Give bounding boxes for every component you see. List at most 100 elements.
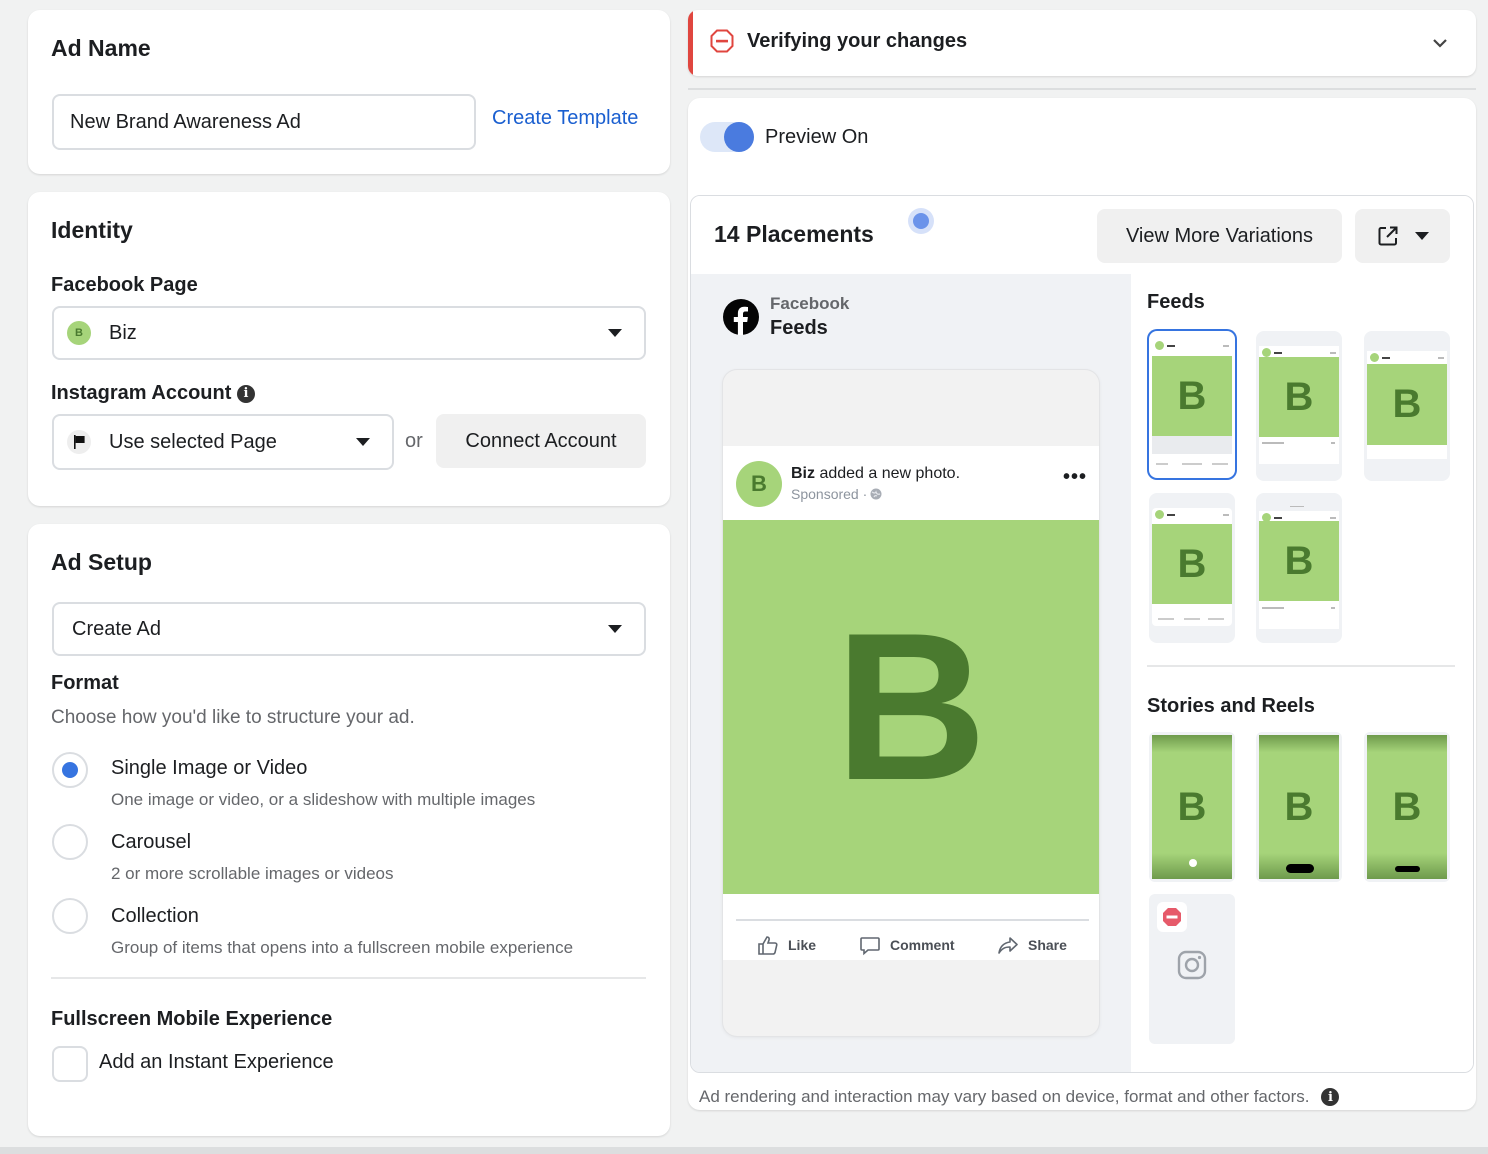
info-icon[interactable]: i [236, 384, 255, 403]
placement-name: Feeds [770, 317, 828, 339]
preview-card: Preview On 14 Placements View More Varia… [688, 98, 1476, 1110]
comment-icon [860, 937, 880, 956]
post-page-name[interactable]: Biz [791, 465, 815, 482]
thumbnail-letter: B [1177, 541, 1207, 586]
format-option-description: Group of items that opens into a fullscr… [111, 938, 574, 957]
chevron-down-icon [608, 625, 622, 633]
format-option-title: Single Image or Video [111, 757, 308, 779]
globe-icon [870, 488, 882, 500]
post-actions-divider [736, 919, 1089, 921]
page-avatar: B [67, 321, 91, 345]
thumbnail-letter: B [1177, 784, 1207, 829]
radio-collection[interactable] [52, 898, 88, 934]
chevron-down-icon [1414, 232, 1429, 240]
feed-thumbnail-facebook-feed[interactable]: B [1149, 331, 1235, 478]
story-thumbnail-messenger-stories[interactable]: B [1364, 732, 1450, 882]
preview-toggle-label: Preview On [765, 126, 869, 148]
post-sponsored: Sponsored · [791, 486, 882, 502]
fullscreen-mobile-experience-label: Fullscreen Mobile Experience [51, 1008, 333, 1030]
identity-heading: Identity [51, 217, 133, 243]
share-icon [998, 937, 1018, 954]
radio-single-image-or-video[interactable] [52, 752, 88, 788]
chevron-down-icon [356, 438, 370, 446]
placement-thumbnails: Feeds B B B B B Stories and Reels B B B [1131, 274, 1473, 1072]
more-options-icon[interactable]: ••• [1063, 467, 1087, 487]
info-icon[interactable]: i [1321, 1088, 1340, 1106]
preview-footer-note: Ad rendering and interaction may vary ba… [699, 1087, 1340, 1107]
format-option-title: Collection [111, 905, 199, 927]
feed-thumbnail-messenger-inbox[interactable]: B [1364, 331, 1450, 481]
format-option-description: 2 or more scrollable images or videos [111, 864, 394, 883]
platform-label: Facebook [770, 294, 850, 313]
comment-button[interactable]: Comment [859, 934, 955, 956]
format-option-description: One image or video, or a slideshow with … [111, 790, 536, 809]
view-more-variations-button[interactable]: View More Variations [1097, 209, 1342, 263]
facebook-page-select[interactable]: B Biz [52, 306, 646, 360]
ad-setup-heading: Ad Setup [51, 549, 152, 575]
ad-name-heading: Ad Name [51, 35, 151, 61]
post-actions: Like Comment Share [723, 894, 1099, 960]
feed-preview-area: Facebook Feeds B Biz added a new photo. … [691, 274, 1131, 1072]
placements-header: 14 Placements View More Variations [691, 196, 1473, 274]
identity-card: Identity Facebook Page B Biz Instagram A… [28, 192, 670, 506]
thumbnail-letter: B [1392, 382, 1422, 426]
feed-thumbnail-instagram-feed[interactable]: B [1256, 331, 1342, 481]
post-action-text: added a new photo. [819, 465, 961, 482]
post-image-letter: B [835, 589, 987, 824]
story-thumbnail-instagram-reels-unavailable[interactable] [1149, 894, 1235, 1044]
ad-name-input-value: New Brand Awareness Ad [70, 110, 301, 133]
section-divider [51, 977, 646, 979]
instagram-account-value: Use selected Page [109, 430, 277, 453]
ad-creation-select-value: Create Ad [72, 617, 161, 640]
instant-experience-checkbox[interactable] [52, 1046, 88, 1082]
status-bar [688, 10, 693, 76]
post-avatar: B [736, 461, 782, 507]
facebook-page-label: Facebook Page [51, 274, 198, 296]
chevron-down-icon [608, 329, 622, 337]
create-template-link[interactable]: Create Template [492, 107, 638, 130]
section-divider [1147, 665, 1455, 667]
open-preview-menu-button[interactable] [1355, 209, 1450, 263]
chevron-down-icon[interactable] [1432, 38, 1448, 48]
placements-panel: 14 Placements View More Variations Faceb… [690, 195, 1474, 1073]
story-thumbnail-facebook-stories[interactable]: B [1149, 732, 1235, 882]
like-button[interactable]: Like [757, 934, 816, 956]
format-option-title: Carousel [111, 831, 192, 853]
verify-banner-title: Verifying your changes [747, 30, 968, 52]
feed-thumbnail-marketplace[interactable]: B [1149, 493, 1235, 643]
ad-setup-card: Ad Setup Create Ad Format Choose how you… [28, 524, 670, 1136]
facebook-page-value: Biz [109, 321, 137, 344]
instagram-account-label-text: Instagram Account [51, 382, 232, 404]
status-dot [908, 208, 934, 234]
connect-account-button[interactable]: Connect Account [436, 414, 646, 468]
feeds-heading: Feeds [1147, 291, 1205, 313]
format-hint: Choose how you'd like to structure your … [51, 707, 415, 728]
radio-carousel[interactable] [52, 824, 88, 860]
ad-name-input[interactable]: New Brand Awareness Ad [52, 94, 476, 150]
or-text: or [405, 430, 423, 452]
facebook-icon [723, 299, 759, 335]
instagram-icon [1177, 950, 1207, 980]
post-title: Biz added a new photo. [791, 465, 960, 483]
ad-creation-select[interactable]: Create Ad [52, 602, 646, 656]
thumbnail-letter: B [1177, 373, 1207, 418]
blocked-icon [710, 29, 734, 53]
instant-experience-label: Add an Instant Experience [99, 1051, 334, 1073]
thumbnail-letter: B [1284, 374, 1314, 419]
external-link-icon [1378, 226, 1397, 246]
verify-banner[interactable]: Verifying your changes [688, 10, 1476, 76]
section-divider [688, 88, 1476, 90]
instagram-account-select[interactable]: Use selected Page [52, 414, 394, 470]
share-button[interactable]: Share [997, 934, 1067, 956]
blocked-icon [1157, 902, 1187, 932]
story-thumbnail-instagram-stories[interactable]: B [1256, 732, 1342, 882]
thumbnail-letter: B [1392, 784, 1422, 829]
placements-title: 14 Placements [714, 221, 874, 247]
thumbnail-letter: B [1284, 538, 1314, 583]
thumbnail-letter: B [1284, 784, 1314, 829]
feed-thumbnail-instagram-explore[interactable]: B [1256, 493, 1342, 643]
preview-toggle[interactable] [700, 122, 754, 152]
footer-note-text: Ad rendering and interaction may vary ba… [699, 1087, 1310, 1106]
ad-name-card: Ad Name New Brand Awareness Ad Create Te… [28, 10, 670, 174]
page-bottom-rule [0, 1147, 1488, 1154]
